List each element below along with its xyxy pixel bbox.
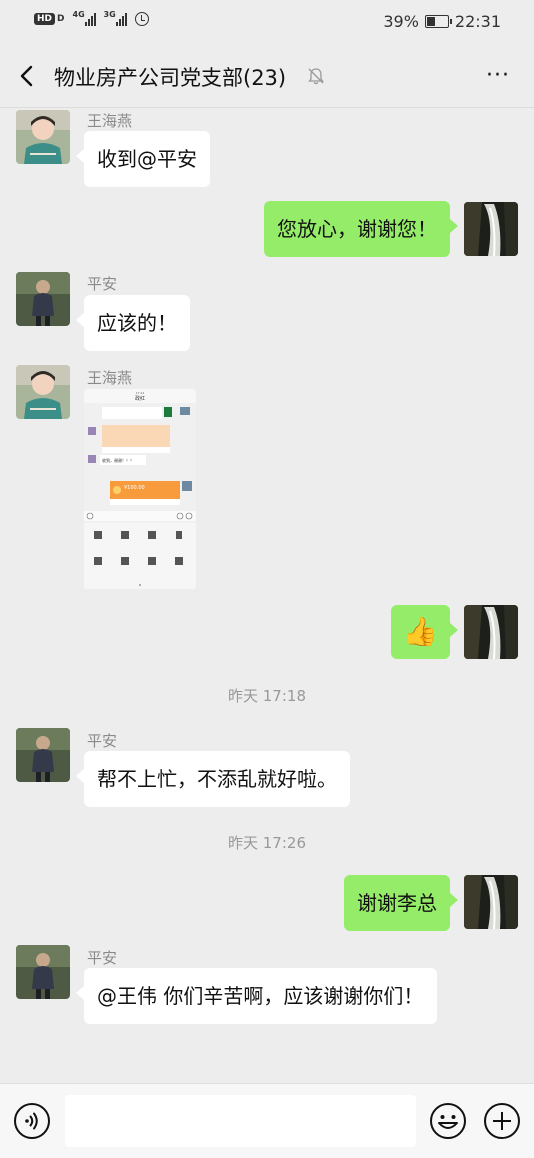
sender-name: 平安 [87,732,118,750]
sender-name: 王海燕 [87,369,133,387]
message-input[interactable] [65,1095,416,1147]
battery-fill [426,17,435,26]
avatar-self-waterfall[interactable] [464,202,518,256]
alarm-clock-icon [134,12,149,26]
sender-name: 王海燕 [87,112,133,130]
avatar-wanghaiyan-image [16,110,70,164]
thumb-header-title: 政红 [135,395,145,402]
message-bubble[interactable]: @王伟 你们辛苦啊，应该谢谢你们！ [76,968,437,1024]
avatar-pingan[interactable] [16,728,70,782]
thumb-red-packet-amount: ¥100.00 [124,485,145,491]
status-bar-left: HD D 4G 3G [34,10,149,26]
message-bubble[interactable]: 应该的！ [76,295,190,351]
avatar-pingan[interactable] [16,945,70,999]
battery-percent: 39% [383,12,419,31]
avatar-pingan[interactable] [16,272,70,326]
avatar-self-image [464,202,518,256]
signal-3g-icon: 3G [103,10,127,26]
message-bubble[interactable]: 谢谢李总 [344,875,458,931]
thumbs-up-emoji: 👍 [403,615,438,648]
timestamp: 昨天 17:26 [228,834,306,852]
avatar-wanghaiyan-image [16,365,70,419]
hd-label: HD [37,14,53,24]
avatar-self-waterfall[interactable] [464,605,518,659]
input-bar [0,1083,534,1158]
thumb-reply-text: 收到，谢谢！！！ [102,457,134,463]
avatar-pingan-image [16,272,70,326]
message-bubble[interactable]: 帮不上忙，不添乱就好啦。 [76,751,350,807]
emoji-icon[interactable] [429,1102,467,1140]
avatar-pingan-image [16,728,70,782]
avatar-self-image [464,875,518,929]
message-bubble[interactable]: 您放心，谢谢您！ [264,201,458,257]
battery-icon [424,15,452,28]
status-bar-right: 39% 22:31 [383,12,501,31]
hd-badge: HD [34,13,56,25]
avatar-wanghaiyan[interactable] [16,110,70,164]
more-options-button[interactable]: ··· [486,65,510,87]
signal-4g-icon: 4G [72,10,96,26]
plus-icon[interactable] [483,1102,521,1140]
message-bubble[interactable]: 收到@平安 [76,131,210,187]
chat-title: 物业房产公司党支部(23) [54,66,287,90]
image-message[interactable]: 政红 17:14 收到，谢谢！！！ ¥100.00 [84,389,196,589]
signal-4g-label: 4G [72,10,85,19]
timestamp: 昨天 17:18 [228,687,306,705]
clock-time: 22:31 [454,12,501,31]
thumb-header-time: 17:14 [136,391,145,395]
chat-header: 物业房产公司党支部(23) ··· [0,44,534,108]
hd-sub: D [57,14,65,24]
voice-icon[interactable] [13,1102,51,1140]
emoji-message-bubble[interactable]: 👍 [391,605,458,659]
signal-3g-label: 3G [103,10,116,19]
mute-bell-icon [308,68,324,85]
avatar-wanghaiyan[interactable] [16,365,70,419]
sender-name: 平安 [87,949,118,967]
screenshot-thumbnail: 政红 17:14 收到，谢谢！！！ ¥100.00 [84,389,196,589]
status-bar: HD D 4G 3G 39% 22:31 [0,0,534,44]
sender-name: 平安 [87,275,118,293]
back-arrow-icon[interactable] [14,61,44,91]
avatar-pingan-image [16,945,70,999]
avatar-self-waterfall[interactable] [464,875,518,929]
avatar-self-image [464,605,518,659]
